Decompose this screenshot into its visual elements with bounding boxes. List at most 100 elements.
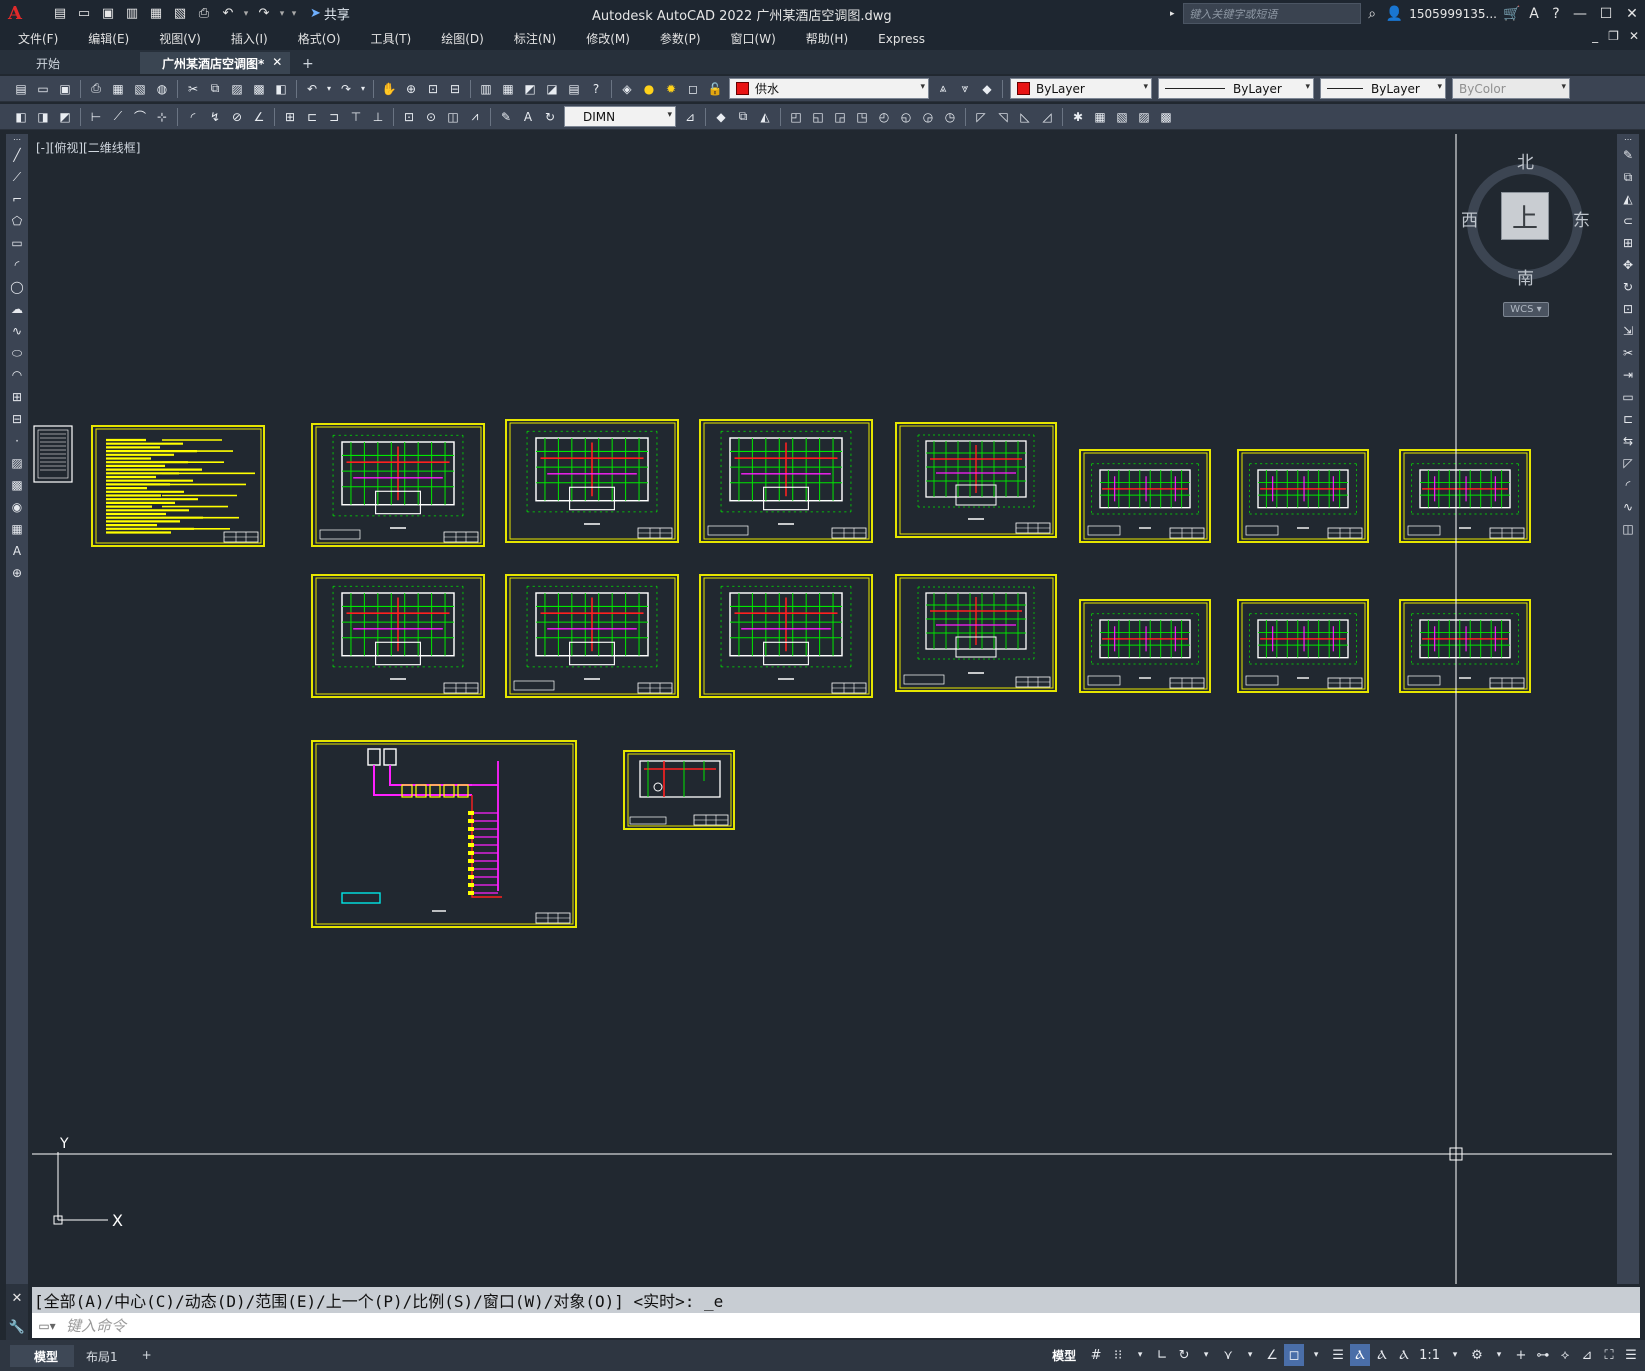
dimension-break-icon[interactable]: ⊥ [368, 107, 388, 127]
drawing-sheets[interactable]: Y X [32, 134, 1612, 1284]
doc-close-icon[interactable]: ✕ [1629, 29, 1639, 43]
save-icon[interactable]: ▣ [98, 5, 118, 23]
fillet-icon[interactable]: ◜ [1617, 474, 1639, 496]
polyline-icon[interactable]: ⌐ [6, 188, 28, 210]
tab-close-icon[interactable]: ✕ [272, 55, 282, 74]
layer-on-bulb-icon[interactable]: ● [639, 79, 659, 99]
viewport-controls-label[interactable]: [-][俯视][二维线框] [36, 139, 140, 156]
snap-icon[interactable]: ⁝⁝ [1108, 1344, 1128, 1366]
zoom-window-icon[interactable]: ⊡ [423, 79, 443, 99]
ellipse-icon[interactable]: ⬭ [6, 342, 28, 364]
viewcube[interactable]: 上 北 南 东 西 WCS ▾ [1461, 152, 1590, 317]
new-icon[interactable]: ▤ [11, 79, 31, 99]
layer-properties-icon[interactable]: ◈ [617, 79, 637, 99]
customize-qa-icon[interactable]: ▾ [290, 9, 298, 19]
drawing-sheet[interactable] [1399, 599, 1531, 693]
search-icon[interactable]: ⌕ [1361, 3, 1383, 25]
menu-dimension[interactable]: 标注(N) [496, 30, 568, 47]
doc-minimize-icon[interactable]: _ [1592, 29, 1598, 43]
group-icon[interactable]: ▧ [1112, 107, 1132, 127]
break-at-point-icon[interactable]: ▭ [1617, 386, 1639, 408]
hatch-icon[interactable]: ▨ [6, 452, 28, 474]
annotation-scale-icon[interactable]: Ⲁ [1394, 1344, 1414, 1366]
dimension-edit-icon[interactable]: ✎ [496, 107, 516, 127]
palette-grip[interactable]: ⋯ [6, 134, 28, 144]
palette-grip[interactable]: ⋯ [1617, 134, 1639, 144]
copy-icon[interactable]: ⧉ [205, 79, 225, 99]
isodraft-icon[interactable]: ⋎ [1218, 1344, 1238, 1366]
grid-icon[interactable]: # [1086, 1344, 1106, 1366]
mirror-icon[interactable]: ◭ [1617, 188, 1639, 210]
workspace-icon[interactable]: ◧ [11, 107, 31, 127]
arc-icon[interactable]: ◜ [6, 254, 28, 276]
break-icon[interactable]: ◸ [971, 107, 991, 127]
aligned-dimension-icon[interactable]: ⟋ [108, 107, 128, 127]
sheet-cover-thumbnail[interactable] [33, 425, 73, 483]
point-icon[interactable]: · [6, 430, 28, 452]
new-file-icon[interactable]: ▤ [50, 5, 70, 23]
tab-model[interactable]: 模型 [10, 1344, 75, 1367]
rectangle-icon[interactable]: ▭ [6, 232, 28, 254]
object-snap-tracking-icon[interactable]: ∠ [1262, 1344, 1282, 1366]
scale-icon[interactable]: ◴ [874, 107, 894, 127]
drawing-sheet[interactable] [699, 419, 873, 543]
menu-file[interactable]: 文件(F) [0, 30, 70, 47]
drawing-sheet[interactable] [91, 425, 265, 547]
undo-icon[interactable]: ↶ [218, 5, 238, 23]
menu-express[interactable]: Express [860, 32, 937, 46]
table-icon[interactable]: ▦ [6, 518, 28, 540]
sheets-layer[interactable] [33, 419, 1531, 928]
drawing-sheet[interactable] [1079, 599, 1211, 693]
move-icon[interactable]: ✥ [1617, 254, 1639, 276]
command-close-icon[interactable]: ✕ [12, 1291, 23, 1306]
doc-restore-icon[interactable]: ❐ [1608, 29, 1619, 43]
linetype-dropdown[interactable]: ByLayer ▾ [1158, 78, 1314, 99]
drawing-sheet[interactable] [311, 740, 577, 928]
offset-icon[interactable]: ⊂ [1617, 210, 1639, 232]
model-space-button[interactable]: 模型 [1044, 1344, 1084, 1366]
copy-object-icon[interactable]: ⧉ [733, 107, 753, 127]
revision-cloud-icon[interactable]: ☁ [6, 298, 28, 320]
dimension-style-icon[interactable]: ⊿ [680, 107, 700, 127]
plot-preview-icon[interactable]: ▦ [108, 79, 128, 99]
trim-icon[interactable]: ◶ [918, 107, 938, 127]
cart-icon[interactable]: 🛒 [1501, 3, 1523, 25]
array-icon[interactable]: ⊞ [1617, 232, 1639, 254]
undo-icon[interactable]: ↶ [302, 79, 322, 99]
command-input[interactable]: 键入命令 [32, 1313, 1640, 1338]
clean-screen-icon[interactable]: ⛶ [1599, 1344, 1619, 1366]
ucs-icon[interactable]: ◩ [55, 107, 75, 127]
dimstyle-dropdown[interactable]: DIMN ▾ [564, 106, 676, 127]
menu-window[interactable]: 窗口(W) [713, 30, 788, 47]
menu-format[interactable]: 格式(O) [280, 30, 353, 47]
menu-help[interactable]: 帮助(H) [788, 30, 860, 47]
blend-curves-icon[interactable]: ∿ [1617, 496, 1639, 518]
mirror-icon[interactable]: ◭ [755, 107, 775, 127]
dimension-space-icon[interactable]: ⊤ [346, 107, 366, 127]
auto-scale-icon[interactable]: Ⲁ [1372, 1344, 1392, 1366]
isodraft-dropdown-icon[interactable]: ▾ [1240, 1344, 1260, 1366]
scale-dropdown-icon[interactable]: ▾ [1445, 1344, 1465, 1366]
drawing-sheet[interactable] [1237, 599, 1369, 693]
wcs-menu-button[interactable]: WCS ▾ [1503, 302, 1549, 317]
osnap-dropdown-icon[interactable]: ▾ [1306, 1344, 1326, 1366]
erase-icon[interactable]: ◆ [711, 107, 731, 127]
dimension-update-icon[interactable]: ↻ [540, 107, 560, 127]
polar-dropdown-icon[interactable]: ▾ [1196, 1344, 1216, 1366]
drawing-canvas[interactable]: Y X [32, 134, 1612, 1284]
open-file-icon[interactable]: ▭ [74, 5, 94, 23]
isolate-objects-icon[interactable]: ⊶ [1533, 1344, 1553, 1366]
quick-dimension-icon[interactable]: ⊞ [280, 107, 300, 127]
graphics-performance-icon[interactable]: ⊿ [1577, 1344, 1597, 1366]
tolerance-icon[interactable]: ⊡ [399, 107, 419, 127]
layer-dropdown[interactable]: 供水 ▾ [729, 78, 929, 99]
undo-dropdown-icon[interactable]: ▾ [324, 79, 334, 99]
compass-south[interactable]: 南 [1517, 264, 1534, 289]
tab-start[interactable]: 开始 [0, 52, 140, 74]
add-layout-icon[interactable]: + [130, 1345, 164, 1367]
user-name[interactable]: 1505999135... [1409, 7, 1497, 21]
draworder-icon[interactable]: ▦ [1090, 107, 1110, 127]
stretch-icon[interactable]: ⇲ [1617, 320, 1639, 342]
compass-west[interactable]: 西 [1461, 206, 1478, 231]
close-window-icon[interactable]: ✕ [1619, 0, 1645, 27]
